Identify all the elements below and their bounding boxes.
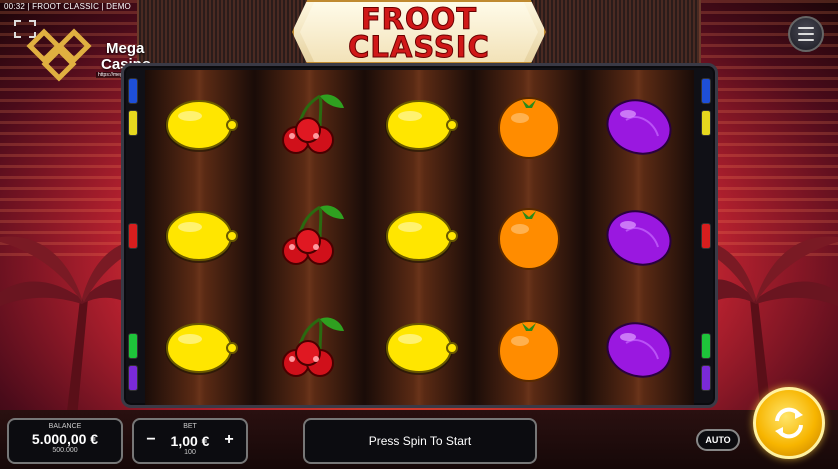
bet-increase-button[interactable]: +	[222, 431, 236, 449]
reel-2	[254, 70, 365, 405]
reel-1	[145, 70, 255, 405]
lemon-icon	[165, 323, 239, 376]
cherry-icon	[282, 205, 345, 266]
reel-cell	[255, 293, 364, 405]
payline-marker-left	[128, 223, 138, 249]
spin-arrows-icon	[775, 407, 803, 439]
orange-icon	[497, 320, 560, 383]
menu-button[interactable]	[788, 16, 824, 52]
balance-credits: 500.000	[52, 447, 78, 454]
reel-cell	[474, 182, 583, 294]
status-message-panel: Press Spin To Start	[303, 418, 537, 464]
reels-grid	[145, 70, 694, 405]
reel-cell	[474, 293, 583, 405]
bet-value: 1,00 €	[170, 432, 210, 449]
plum-icon	[606, 99, 672, 155]
reel-cell	[474, 70, 583, 182]
bet-panel: BET − 1,00 € + 100	[132, 418, 248, 464]
plum-icon	[606, 322, 672, 378]
payline-marker-left	[128, 333, 138, 359]
lemon-icon	[384, 211, 458, 264]
reel-4	[474, 70, 585, 405]
payline-marker-right	[701, 365, 711, 391]
reel-cell	[145, 293, 254, 405]
cherry-icon	[282, 94, 345, 154]
balance-label: BALANCE	[48, 423, 82, 430]
reel-cell	[255, 182, 364, 294]
payline-marker-left	[128, 78, 138, 104]
reel-cell	[584, 182, 693, 294]
payline-marker-right	[701, 110, 711, 136]
reel-5	[584, 70, 694, 405]
reel-cell	[365, 70, 474, 182]
game-title-line2: CLASSIC	[348, 30, 490, 65]
reel-cell	[365, 293, 474, 405]
lemon-icon	[384, 323, 458, 376]
reel-cell	[145, 182, 254, 294]
payline-marker-left	[128, 365, 138, 391]
bet-decrease-button[interactable]: −	[144, 431, 158, 449]
reel-cell	[255, 70, 364, 182]
session-info: 00:32 | FROOT CLASSIC | DEMO	[4, 2, 131, 11]
lemon-icon	[165, 99, 239, 152]
payline-marker-right	[701, 78, 711, 104]
payline-marker-right	[701, 223, 711, 249]
casino-logo-icon	[26, 28, 92, 82]
bet-credits: 100	[184, 449, 196, 456]
plum-icon	[606, 210, 672, 267]
reel-cell	[584, 293, 693, 405]
reel-cell	[145, 70, 254, 182]
status-message: Press Spin To Start	[368, 434, 472, 448]
balance-panel: BALANCE 5.000,00 € 500.000	[7, 418, 123, 464]
payline-marker-right	[701, 333, 711, 359]
logo-text-mega: Mega	[106, 40, 145, 57]
lemon-icon	[384, 99, 458, 152]
reel-3	[364, 70, 475, 405]
reel-cell	[584, 70, 693, 182]
bet-label: BET	[183, 423, 197, 430]
orange-icon	[497, 208, 560, 271]
lemon-icon	[165, 211, 239, 264]
balance-value: 5.000,00 €	[31, 431, 99, 447]
reel-cell	[365, 182, 474, 294]
spin-button[interactable]	[753, 387, 825, 459]
cherry-icon	[282, 317, 345, 378]
orange-icon	[497, 96, 560, 159]
payline-marker-left	[128, 110, 138, 136]
hamburger-icon	[798, 25, 814, 43]
autoplay-button[interactable]: AUTO	[696, 429, 740, 451]
